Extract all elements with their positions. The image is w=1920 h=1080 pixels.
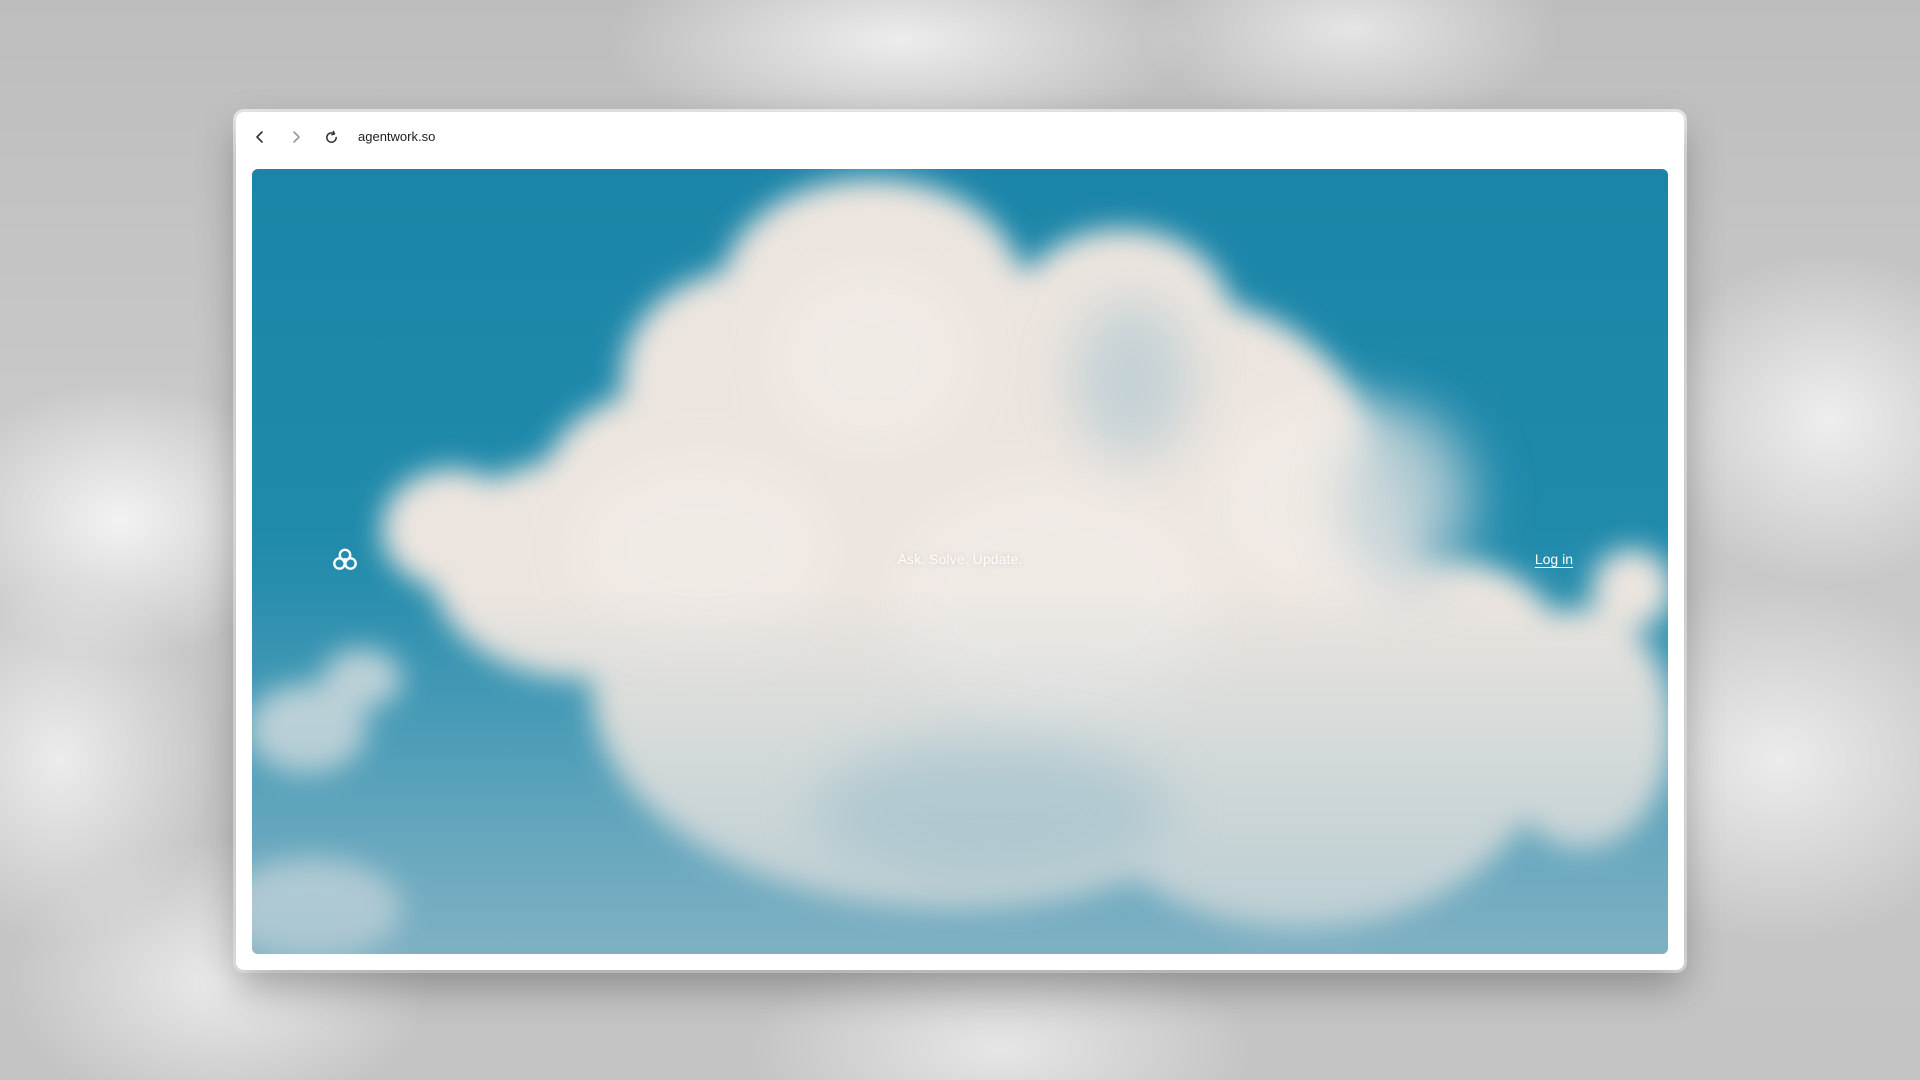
page-viewport: Ask. Solve. Update. Log in: [252, 169, 1668, 954]
reload-icon: [325, 130, 337, 143]
login-link[interactable]: Log in: [1535, 551, 1573, 567]
browser-window: agentwork.so Ask. Solve. Update. Log in: [236, 112, 1684, 970]
forward-button[interactable]: [285, 126, 307, 148]
back-button[interactable]: [249, 126, 271, 148]
chevron-right-icon: [293, 131, 300, 143]
chevron-left-icon: [256, 131, 263, 143]
hero-tagline: Ask. Solve. Update.: [897, 551, 1023, 567]
address-bar-url[interactable]: agentwork.so: [358, 128, 435, 146]
reload-button[interactable]: [320, 126, 342, 148]
browser-toolbar: agentwork.so: [236, 112, 1684, 162]
hero-header-bar: Ask. Solve. Update. Log in: [252, 545, 1668, 575]
